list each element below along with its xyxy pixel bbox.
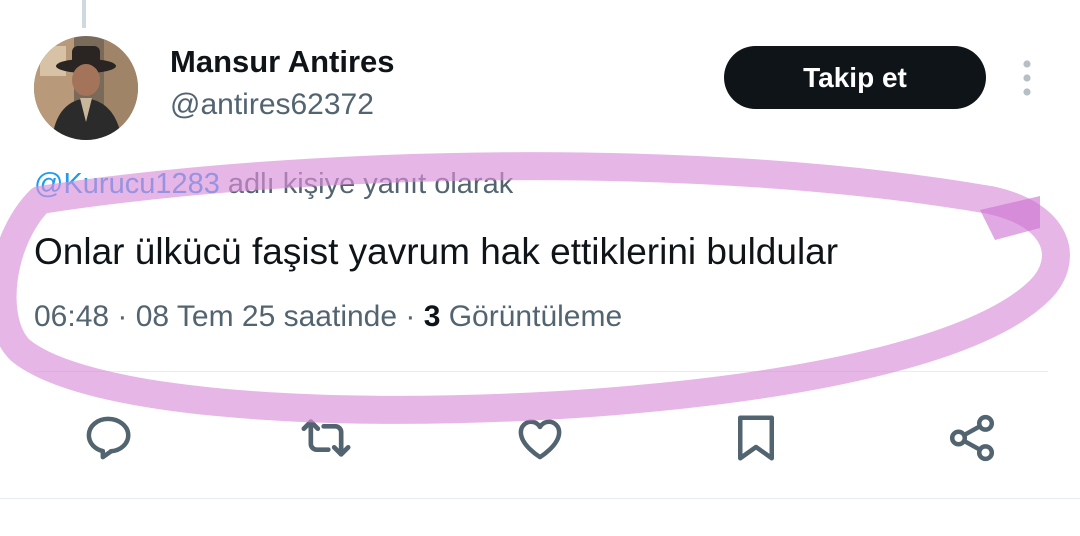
retweet-icon <box>301 419 351 457</box>
bookmark-button[interactable] <box>728 410 784 466</box>
avatar[interactable] <box>34 36 138 140</box>
retweet-button[interactable] <box>298 410 354 466</box>
tweet-timestamp[interactable]: 06:48 · 08 Tem 25 saatinde · <box>34 300 424 333</box>
more-vertical-icon <box>1023 60 1031 96</box>
follow-button[interactable]: Takip et <box>724 46 986 109</box>
tweet-text: Onlar ülkücü faşist yavrum hak ettikleri… <box>34 231 839 272</box>
bottom-divider <box>0 498 1080 499</box>
reply-mention-link[interactable]: @Kurucu1283 <box>34 168 220 200</box>
reply-button[interactable] <box>80 410 136 466</box>
like-icon <box>518 419 562 460</box>
user-handle[interactable]: @antires62372 <box>170 88 374 122</box>
views-count: 3 <box>423 300 441 333</box>
share-icon <box>949 414 995 462</box>
like-button[interactable] <box>512 410 568 466</box>
reply-context: @Kurucu1283 adlı kişiye yanıt olarak <box>34 168 513 201</box>
user-display-name[interactable]: Mansur Antires <box>170 44 395 80</box>
bookmark-icon <box>738 415 774 461</box>
tweet-meta: 06:48 · 08 Tem 25 saatinde · 3 Görüntüle… <box>34 300 622 334</box>
reply-icon <box>86 416 131 460</box>
views-label: Görüntüleme <box>440 300 623 333</box>
reply-context-label: adlı kişiye yanıt olarak <box>219 168 514 200</box>
more-options-button[interactable] <box>1012 56 1042 100</box>
actions-divider <box>34 371 1048 372</box>
thread-connector-line <box>82 0 86 28</box>
share-button[interactable] <box>944 410 1000 466</box>
